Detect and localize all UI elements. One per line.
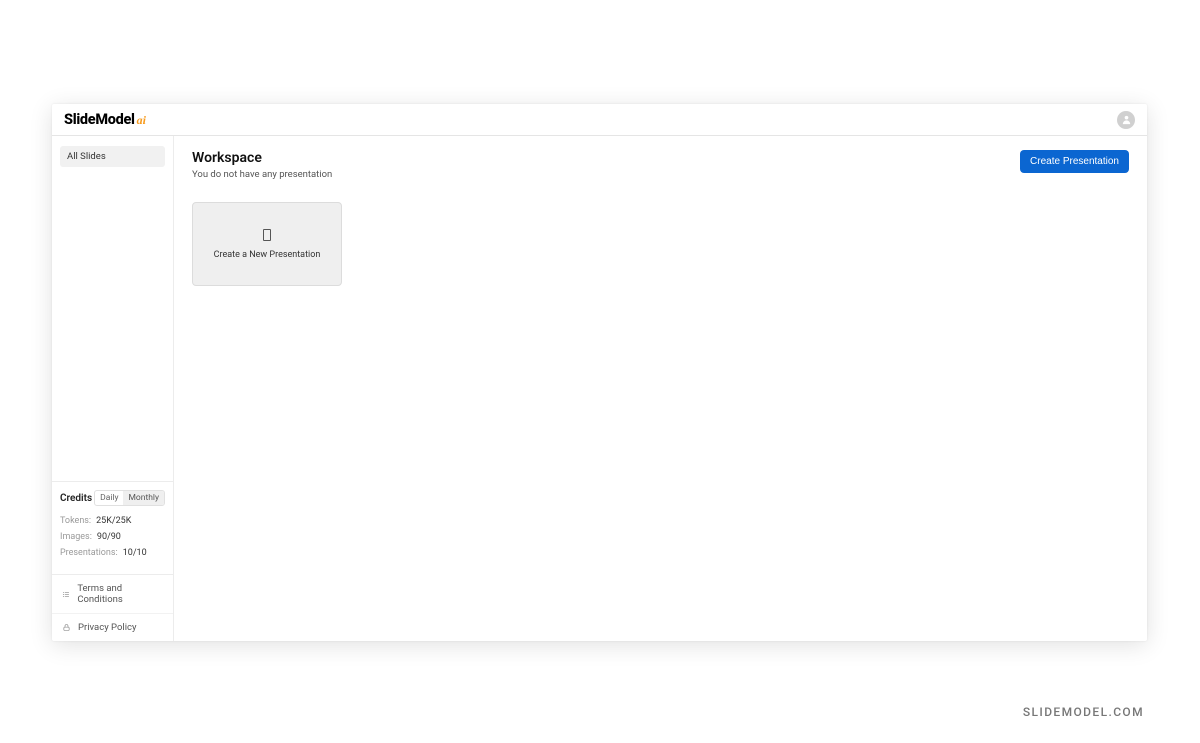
credits-title: Credits	[60, 493, 92, 504]
link-privacy[interactable]: Privacy Policy	[52, 613, 173, 641]
sidebar-nav: All Slides	[52, 136, 173, 481]
logo-suffix: ai	[137, 113, 146, 128]
list-icon	[62, 590, 70, 599]
tokens-label: Tokens:	[60, 516, 91, 526]
main-titles: Workspace You do not have any presentati…	[192, 150, 332, 180]
link-terms-label: Terms and Conditions	[77, 583, 163, 605]
stat-presentations: Presentations: 10/10	[60, 548, 165, 558]
page-subtitle: You do not have any presentation	[192, 169, 332, 180]
user-avatar[interactable]	[1117, 111, 1135, 129]
images-value: 90/90	[97, 532, 121, 542]
user-icon	[1121, 114, 1132, 125]
watermark: SLIDEMODEL.COM	[1023, 705, 1144, 719]
logo-text: SlideModel	[64, 111, 135, 128]
link-terms[interactable]: Terms and Conditions	[52, 575, 173, 613]
new-presentation-label: Create a New Presentation	[214, 250, 321, 260]
tab-daily[interactable]: Daily	[95, 491, 123, 505]
body: All Slides Credits Daily Monthly Tokens:…	[52, 136, 1147, 641]
credits-tabs: Daily Monthly	[94, 490, 165, 506]
page-title: Workspace	[192, 150, 332, 166]
sidebar-item-all-slides[interactable]: All Slides	[60, 146, 165, 167]
sidebar-links: Terms and Conditions Privacy Policy	[52, 574, 173, 641]
presentations-label: Presentations:	[60, 548, 118, 558]
main-head: Workspace You do not have any presentati…	[192, 150, 1129, 180]
credits-head: Credits Daily Monthly	[60, 490, 165, 506]
lock-icon	[62, 623, 71, 632]
header: SlideModel ai	[52, 104, 1147, 136]
app-window: SlideModel ai All Slides Credits Daily M…	[52, 104, 1147, 641]
tab-monthly[interactable]: Monthly	[123, 491, 164, 505]
create-presentation-button[interactable]: Create Presentation	[1020, 150, 1129, 173]
main: Workspace You do not have any presentati…	[174, 136, 1147, 641]
link-privacy-label: Privacy Policy	[78, 622, 136, 633]
stat-tokens: Tokens: 25K/25K	[60, 516, 165, 526]
presentation-placeholder-icon	[263, 229, 271, 241]
credits-panel: Credits Daily Monthly Tokens: 25K/25K Im…	[52, 481, 173, 574]
logo[interactable]: SlideModel ai	[64, 111, 146, 128]
tokens-value: 25K/25K	[96, 516, 131, 526]
presentations-value: 10/10	[123, 548, 147, 558]
new-presentation-card[interactable]: Create a New Presentation	[192, 202, 342, 286]
sidebar: All Slides Credits Daily Monthly Tokens:…	[52, 136, 174, 641]
images-label: Images:	[60, 532, 92, 542]
stat-images: Images: 90/90	[60, 532, 165, 542]
